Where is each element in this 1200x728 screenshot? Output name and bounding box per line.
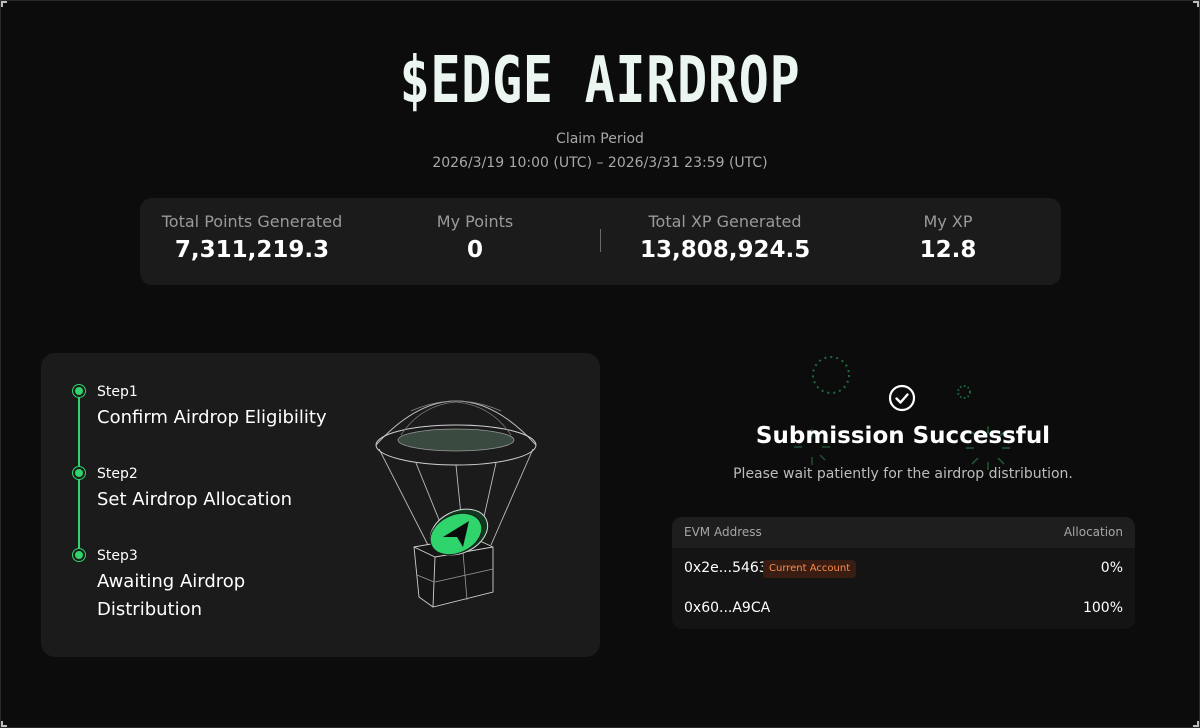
- success-title: Submission Successful: [755, 423, 1051, 449]
- evm-address: 0x60...A9CA: [684, 600, 771, 616]
- stat-value: 12.8: [919, 237, 977, 263]
- stat-my-points: My Points 0: [410, 212, 540, 263]
- page-title: $EDGE AIRDROP: [399, 44, 801, 118]
- stat-total-xp: Total XP Generated 13,808,924.5: [640, 212, 810, 263]
- table-row: 0x60...A9CA 100%: [672, 588, 1135, 628]
- step-title: Awaiting Airdrop Distribution: [97, 571, 246, 620]
- stat-value: 7,311,219.3: [174, 237, 330, 263]
- stat-total-points: Total Points Generated 7,311,219.3: [160, 212, 344, 263]
- table-row: 0x2e...5463 Current Account 0%: [672, 548, 1135, 588]
- check-circle-icon: [888, 384, 916, 412]
- stat-label: Total XP Generated: [648, 212, 802, 231]
- stat-label: My XP: [923, 212, 973, 231]
- stat-value: 0: [466, 237, 483, 263]
- parachute-illustration: [375, 400, 537, 608]
- step-title: Set Airdrop Allocation: [97, 489, 293, 510]
- firework-decoration: [957, 385, 971, 399]
- step-dot: [73, 467, 85, 479]
- steps-card: Step1 Confirm Airdrop Eligibility Step2 …: [41, 353, 600, 657]
- stats-divider: [600, 229, 601, 252]
- step-number: Step2: [97, 466, 138, 482]
- claim-period-label: Claim Period: [556, 131, 644, 147]
- table-header: EVM Address Allocation: [672, 517, 1135, 548]
- corner-mark: [1193, 721, 1199, 727]
- step-dot: [73, 549, 85, 561]
- corner-mark: [1, 1, 7, 7]
- current-account-badge: Current Account: [763, 560, 857, 578]
- step-number: Step1: [97, 384, 138, 400]
- allocation-value: 0%: [1100, 560, 1123, 576]
- step-title: Confirm Airdrop Eligibility: [97, 407, 327, 428]
- success-panel: Submission Successful Please wait patien…: [640, 340, 1166, 482]
- evm-address: 0x2e...5463: [684, 560, 768, 576]
- stat-label: My Points: [436, 212, 514, 231]
- stat-label: Total Points Generated: [161, 212, 343, 231]
- corner-mark: [1193, 1, 1199, 7]
- column-header-address: EVM Address: [684, 525, 762, 539]
- stat-value: 13,808,924.5: [640, 237, 811, 263]
- corner-mark: [1, 721, 7, 727]
- stat-my-xp: My XP 12.8: [900, 212, 996, 263]
- allocation-table: EVM Address Allocation 0x2e...5463 Curre…: [672, 517, 1135, 629]
- success-subtitle: Please wait patiently for the airdrop di…: [733, 466, 1073, 482]
- column-header-allocation: Allocation: [1063, 525, 1123, 539]
- firework-decoration: [812, 356, 850, 394]
- step-dot: [73, 385, 85, 397]
- stats-panel: Total Points Generated 7,311,219.3 My Po…: [140, 198, 1061, 285]
- step-number: Step3: [97, 548, 138, 564]
- claim-period-range: 2026/3/19 10:00 (UTC) – 2026/3/31 23:59 …: [432, 155, 768, 171]
- allocation-value: 100%: [1082, 600, 1123, 616]
